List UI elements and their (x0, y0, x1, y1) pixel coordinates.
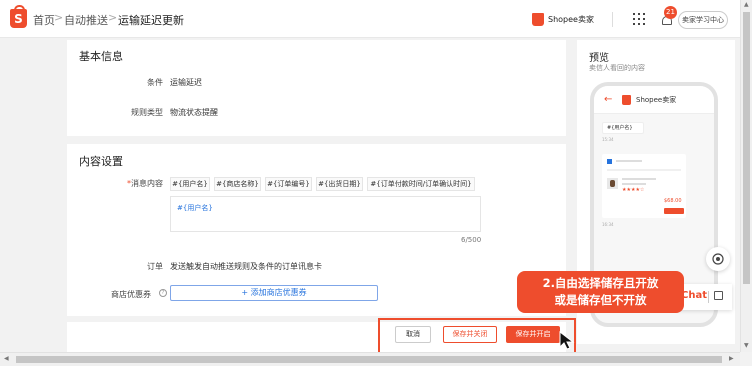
message-icon (714, 291, 723, 300)
tag-username[interactable]: #{用户名} (170, 177, 210, 191)
vertical-scrollbar[interactable]: ▲ ▼ (740, 0, 752, 352)
order-card-dot (607, 159, 612, 164)
content-settings-title: 内容设置 (79, 155, 123, 168)
mouse-cursor-icon (559, 331, 575, 350)
shop-coupon-label: 商店优惠券 (111, 290, 151, 299)
order-value: 发送触发自动推送规则及条件的订单讯息卡 (170, 262, 322, 271)
breadcrumb-separator: > (108, 11, 118, 24)
message-content-label: *消息内容 (127, 179, 163, 188)
annotation-callout: 2.自由选择储存且开放 或是储存但不开放 (517, 271, 684, 313)
message-bubble: #{用户名} (602, 122, 644, 134)
char-counter: 6/500 (461, 236, 482, 244)
tag-order-number[interactable]: #{订单编号} (265, 177, 312, 191)
preview-title: 预览 (589, 53, 609, 64)
notification-badge: 21 (664, 6, 677, 19)
tag-ship-date[interactable]: #{出货日期} (316, 177, 363, 191)
preview-subtitle: 卖信人看回的内容 (589, 64, 645, 72)
product-image (607, 178, 618, 189)
order-card-button (664, 208, 684, 214)
headset-icon (712, 253, 724, 265)
content-settings-card: 内容设置 *消息内容 #{用户名} #{商店名称} #{订单编号} #{出货日期… (67, 144, 566, 316)
apps-grid-icon[interactable] (633, 13, 645, 25)
seller-logo-icon (532, 13, 544, 26)
phone-header: ← Shopee卖家 (594, 86, 714, 114)
support-round-button[interactable] (706, 247, 730, 271)
message-time: 15:34 (602, 137, 614, 142)
basic-info-title: 基本信息 (79, 50, 123, 63)
callout-line-1: 2.自由选择储存且开放 (542, 276, 659, 290)
callout-line-2: 或是储存但不开放 (554, 293, 647, 307)
breadcrumb-separator: > (54, 11, 64, 24)
tag-shop-name[interactable]: #{商店名称} (214, 177, 261, 191)
chat-label: Chat (681, 290, 707, 301)
rule-type-label: 规则类型 (131, 108, 163, 117)
order-message-card: ★★★★☆ $68.00 (602, 154, 686, 218)
top-bar: S 首页 > 自动推送 > 运输延迟更新 Shopee卖家 21 卖家学习中心 (0, 0, 752, 38)
help-icon[interactable]: ? (159, 289, 167, 297)
shopee-logo-icon[interactable]: S (10, 5, 27, 28)
cancel-button[interactable]: 取消 (395, 326, 431, 343)
tag-payment-time[interactable]: #{订单付款时间/订单确认时间} (367, 177, 475, 191)
condition-label: 条件 (147, 78, 163, 87)
learning-center-button[interactable]: 卖家学习中心 (678, 11, 728, 29)
message-time: 16:34 (602, 222, 614, 227)
add-coupon-button[interactable]: + 添加商店优惠券 (170, 285, 378, 301)
breadcrumb-auto-push[interactable]: 自动推送 (64, 12, 108, 28)
breadcrumb-home[interactable]: 首页 (33, 12, 55, 28)
horizontal-scroll-thumb[interactable] (16, 356, 722, 363)
rule-type-value: 物流状态提醒 (170, 108, 218, 117)
phone-shop-name: Shopee卖家 (636, 96, 677, 104)
save-and-open-button[interactable]: 保存并开启 (506, 326, 560, 343)
product-price: $68.00 (664, 198, 682, 204)
rating-stars: ★★★★☆ (622, 187, 645, 193)
order-label: 订单 (147, 262, 163, 271)
back-arrow-icon: ← (604, 94, 613, 105)
message-editor[interactable]: #{用户名} (170, 196, 481, 232)
message-editor-text: #{用户名} (177, 204, 213, 212)
condition-value: 运输延迟 (170, 78, 202, 87)
vertical-scroll-thumb[interactable] (743, 12, 750, 284)
breadcrumb-current: 运输延迟更新 (118, 14, 184, 27)
seller-name[interactable]: Shopee卖家 (548, 14, 594, 25)
basic-info-card: 基本信息 条件 运输延迟 规则类型 物流状态提醒 (67, 40, 566, 136)
save-and-close-button[interactable]: 保存并关闭 (443, 326, 497, 343)
divider (612, 12, 613, 27)
shop-logo-icon (622, 95, 631, 105)
horizontal-scrollbar[interactable]: ◀ ▶ (0, 352, 740, 366)
